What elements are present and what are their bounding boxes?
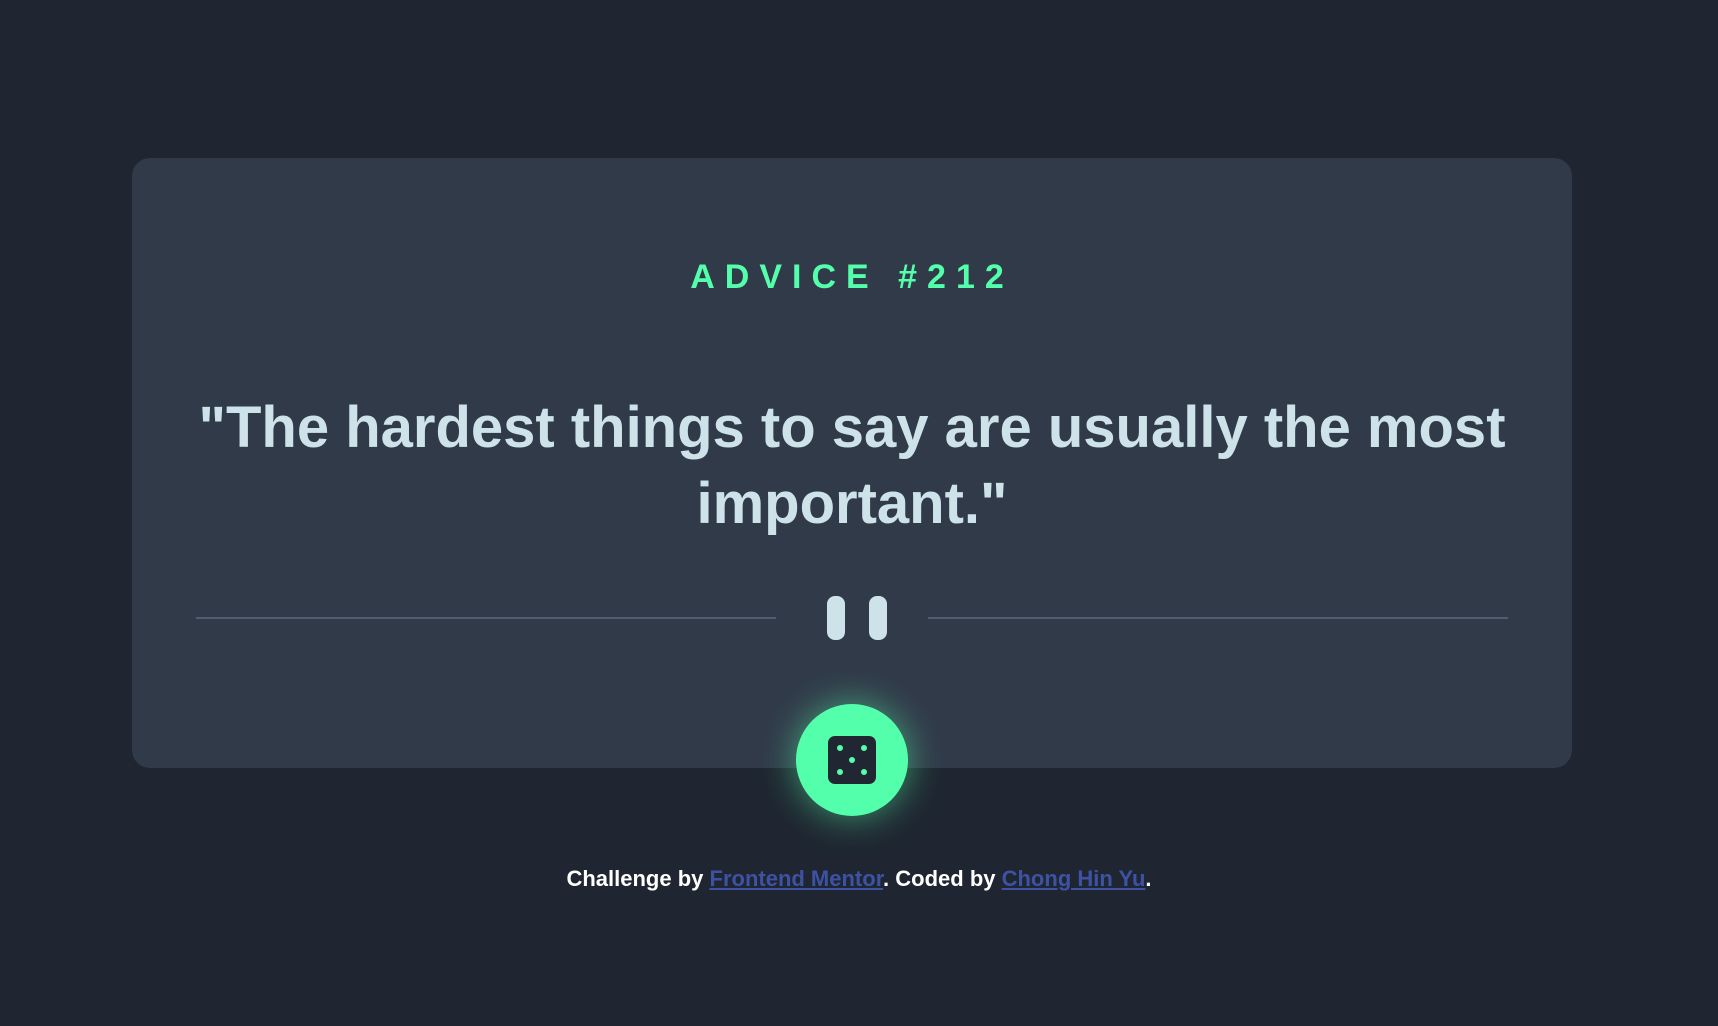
advice-card: ADVICE #212 "The hardest things to say a… — [132, 158, 1572, 816]
footer-middle: . Coded by — [883, 866, 1002, 891]
attribution-footer: Challenge by Frontend Mentor. Coded by C… — [0, 866, 1718, 892]
frontend-mentor-link[interactable]: Frontend Mentor — [710, 866, 884, 891]
new-advice-button[interactable] — [796, 704, 908, 816]
advice-id: ADVICE #212 — [690, 258, 1014, 296]
divider-line-left — [196, 617, 776, 619]
footer-prefix: Challenge by — [566, 866, 710, 891]
footer-suffix: . — [1145, 866, 1152, 891]
dice-icon — [828, 736, 876, 784]
pause-icon — [822, 594, 887, 642]
author-link[interactable]: Chong Hin Yu — [1002, 866, 1146, 891]
divider — [196, 594, 1508, 642]
advice-quote: "The hardest things to say are usually t… — [198, 395, 1506, 536]
divider-line-right — [928, 617, 1508, 619]
